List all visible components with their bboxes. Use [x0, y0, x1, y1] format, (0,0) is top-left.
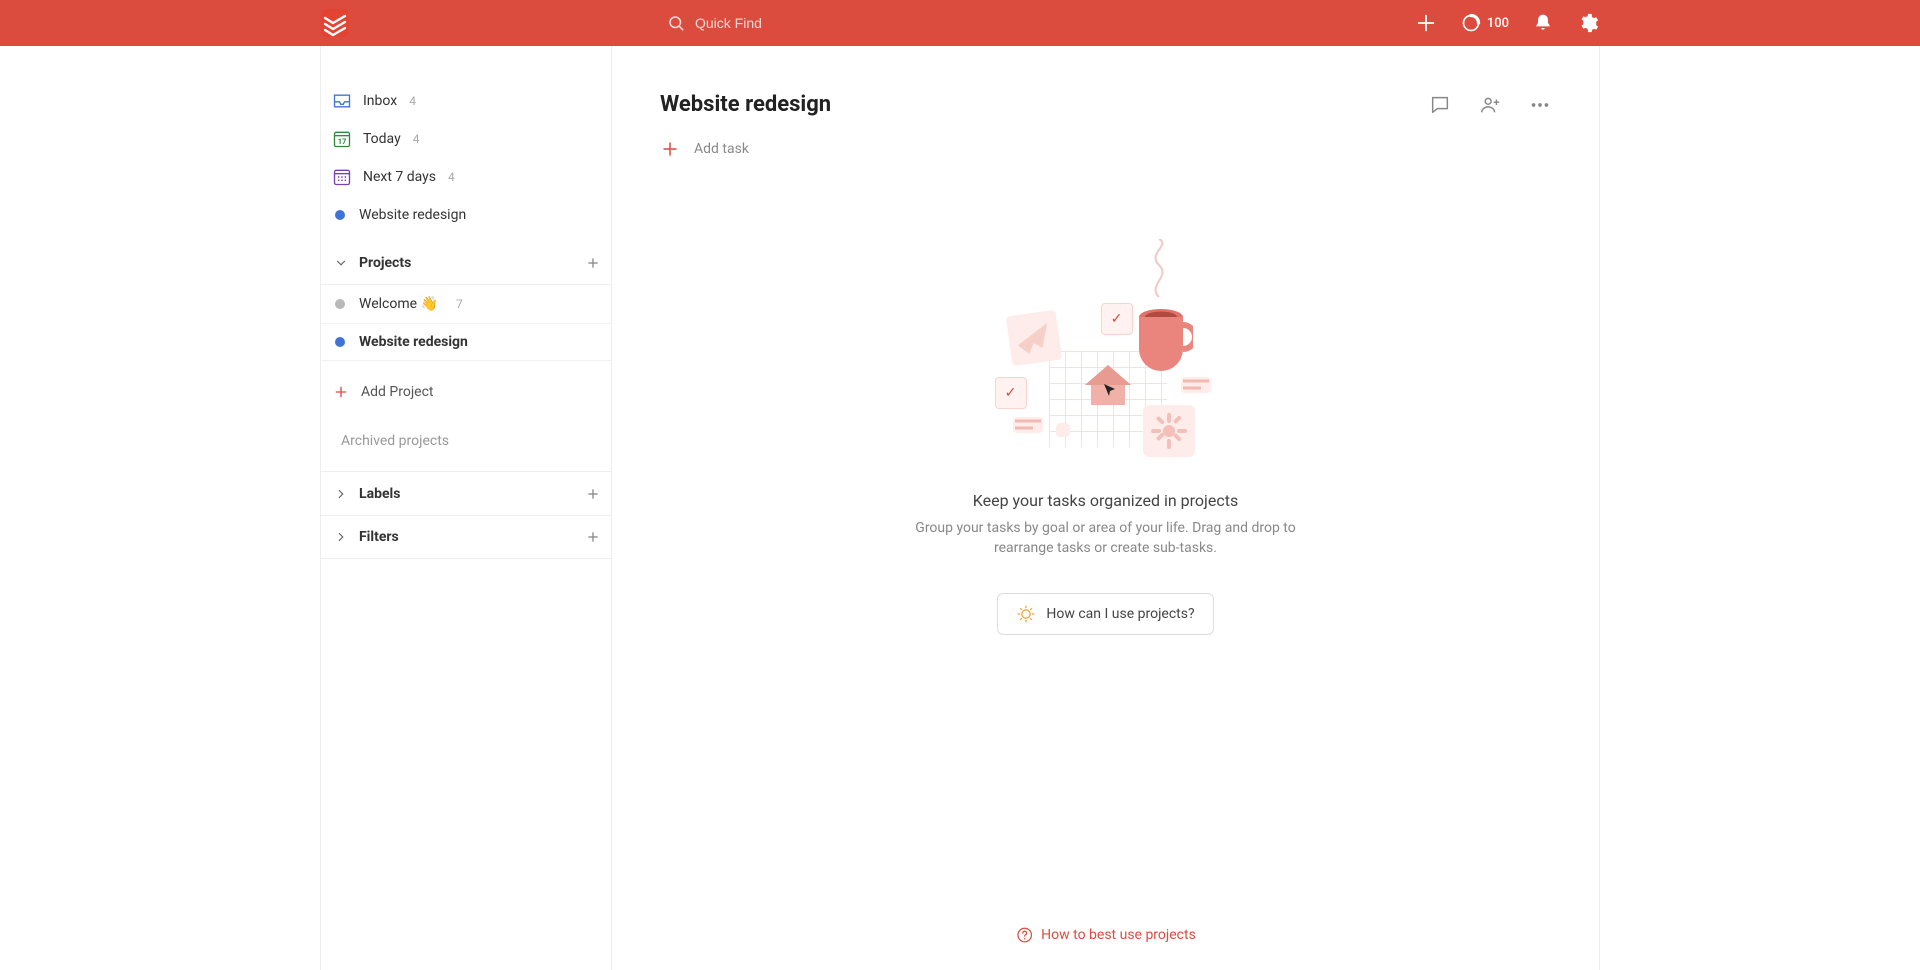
topbar-actions: 100 — [1415, 12, 1599, 34]
add-filter-icon-button[interactable] — [585, 529, 601, 545]
quick-add-button[interactable] — [1415, 12, 1437, 34]
labels-header-label: Labels — [359, 486, 400, 502]
sidebar-section-projects[interactable]: Projects — [321, 240, 611, 284]
empty-state: ✓ ✓ — [660, 243, 1551, 635]
add-project-label: Add Project — [361, 384, 434, 400]
project-title: Website redesign — [660, 92, 831, 117]
notifications-button[interactable] — [1533, 13, 1553, 33]
logo-icon — [321, 9, 349, 37]
bell-icon — [1533, 13, 1553, 33]
footer-help-link[interactable]: How to best use projects — [1015, 926, 1196, 944]
person-add-icon — [1479, 94, 1501, 116]
search-icon — [667, 14, 685, 32]
topbar-inner: 100 — [321, 0, 1599, 46]
filters-header-label: Filters — [359, 529, 399, 545]
inbox-count: 4 — [409, 94, 416, 108]
sidebar: Inbox 4 17 Today 4 — [321, 46, 612, 970]
add-project-icon-button[interactable] — [585, 255, 601, 271]
help-button-label: How can I use projects? — [1046, 606, 1194, 622]
empty-state-title: Keep your tasks organized in projects — [973, 491, 1238, 510]
plus-icon — [660, 139, 680, 159]
help-circle-icon — [1015, 926, 1033, 944]
calendar-today-icon: 17 — [331, 129, 353, 149]
karma-points: 100 — [1487, 16, 1509, 31]
inbox-icon — [331, 91, 353, 111]
chevron-right-icon — [331, 530, 351, 544]
favorite-project-label: Website redesign — [359, 207, 466, 223]
project-list: Welcome 👋 7 Website redesign — [321, 284, 611, 361]
today-count: 4 — [413, 132, 420, 146]
sidebar-favorite-project[interactable]: Website redesign — [321, 196, 611, 234]
project-label: Website redesign — [359, 334, 468, 350]
chevron-right-icon — [331, 487, 351, 501]
project-color-dot — [335, 337, 345, 347]
lightbulb-icon — [1016, 604, 1036, 624]
help-projects-button[interactable]: How can I use projects? — [997, 593, 1213, 635]
topbar: 100 — [0, 0, 1920, 46]
chevron-down-icon — [331, 256, 351, 270]
sidebar-project-website-redesign[interactable]: Website redesign — [321, 323, 611, 361]
plus-icon — [1415, 12, 1437, 34]
karma-icon — [1461, 13, 1481, 33]
svg-text:17: 17 — [338, 137, 347, 146]
calendar-week-icon — [331, 167, 353, 187]
search-box[interactable] — [667, 14, 895, 32]
sidebar-project-welcome[interactable]: Welcome 👋 7 — [321, 285, 611, 323]
empty-state-illustration: ✓ ✓ — [991, 243, 1221, 463]
footer-help-label: How to best use projects — [1041, 927, 1196, 943]
add-label-icon-button[interactable] — [585, 486, 601, 502]
app-logo[interactable] — [321, 9, 349, 37]
main-content: Website redesign — [612, 46, 1599, 970]
karma-indicator[interactable]: 100 — [1461, 13, 1509, 33]
add-task-button[interactable]: Add task — [660, 135, 1551, 183]
project-actions — [1429, 94, 1551, 116]
today-label: Today — [363, 131, 401, 147]
sidebar-item-next7days[interactable]: Next 7 days 4 — [321, 158, 611, 196]
add-task-label: Add task — [694, 141, 749, 157]
share-button[interactable] — [1479, 94, 1501, 116]
archived-projects-link[interactable]: Archived projects — [321, 411, 611, 471]
gear-icon — [1577, 12, 1599, 34]
more-horizontal-icon — [1529, 94, 1551, 116]
sidebar-item-inbox[interactable]: Inbox 4 — [321, 82, 611, 120]
project-color-dot — [335, 299, 345, 309]
next7-label: Next 7 days — [363, 169, 436, 185]
comments-button[interactable] — [1429, 94, 1451, 116]
project-color-dot — [335, 210, 345, 220]
workspace: Inbox 4 17 Today 4 — [321, 46, 1599, 970]
project-count: 7 — [456, 297, 463, 311]
sidebar-section-filters[interactable]: Filters — [321, 515, 611, 559]
comment-icon — [1429, 94, 1451, 116]
projects-header-label: Projects — [359, 255, 411, 271]
inbox-label: Inbox — [363, 93, 397, 109]
empty-state-description: Group your tasks by goal or area of your… — [906, 518, 1306, 559]
project-label: Welcome 👋 — [359, 296, 438, 312]
sidebar-section-labels[interactable]: Labels — [321, 471, 611, 515]
sidebar-item-today[interactable]: 17 Today 4 — [321, 120, 611, 158]
plus-icon — [333, 384, 349, 400]
next7-count: 4 — [448, 170, 455, 184]
settings-button[interactable] — [1577, 12, 1599, 34]
more-button[interactable] — [1529, 94, 1551, 116]
search-input[interactable] — [695, 15, 895, 31]
add-project-button[interactable]: Add Project — [321, 373, 611, 411]
project-header: Website redesign — [660, 92, 1551, 117]
